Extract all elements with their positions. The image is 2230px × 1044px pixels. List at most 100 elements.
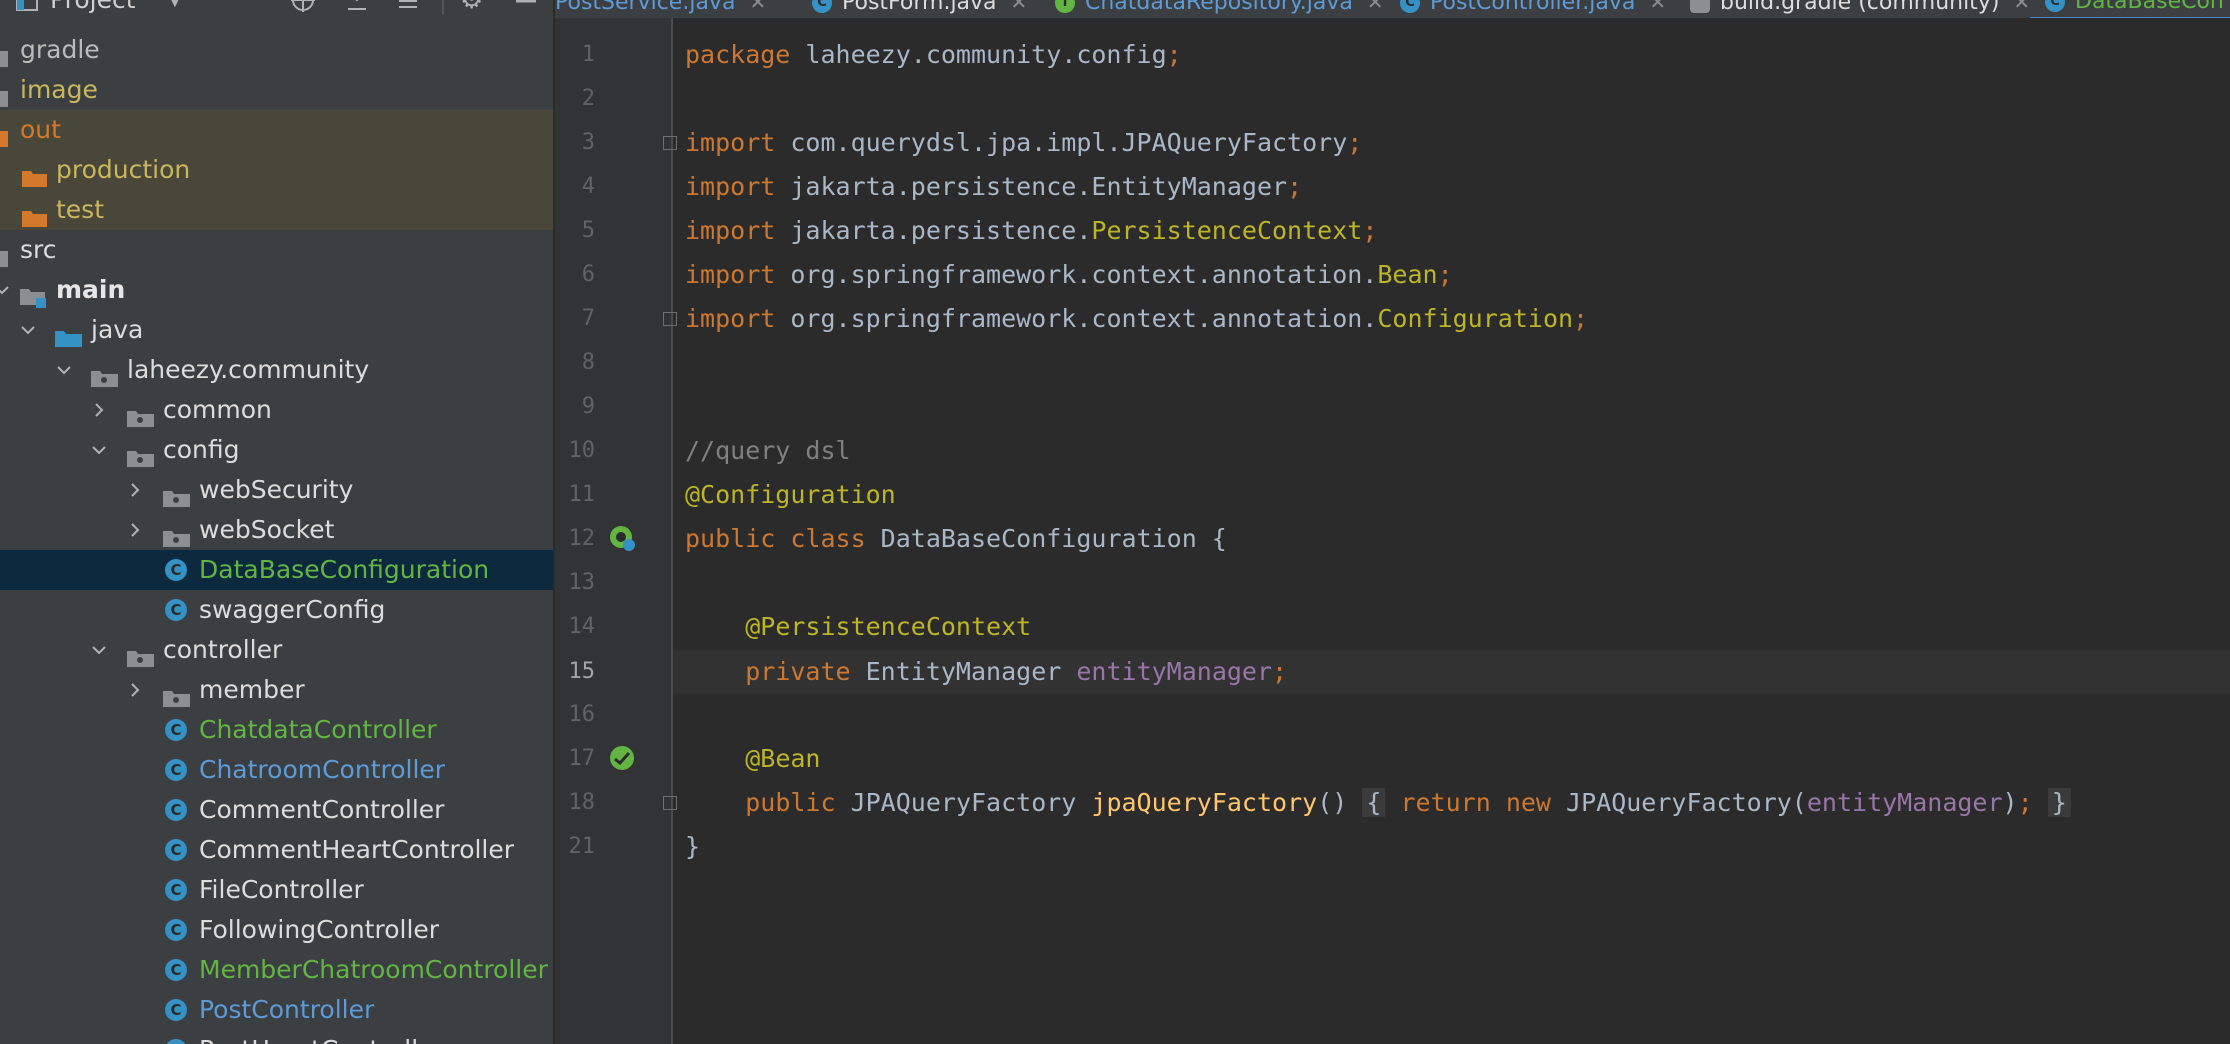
- tree-item-controller[interactable]: controller: [0, 630, 553, 670]
- tree-item-production[interactable]: production: [0, 150, 553, 190]
- code-token: @Bean: [745, 744, 821, 773]
- tree-item-postheartcontroller[interactable]: C PostHeartController: [0, 1030, 553, 1044]
- tree-item-label: swaggerConfig: [199, 595, 386, 624]
- close-icon[interactable]: ✕: [1367, 0, 1384, 14]
- tree-item-databaseconfiguration[interactable]: C DataBaseConfiguration: [0, 550, 553, 590]
- class-icon: C: [165, 799, 187, 821]
- tab-chatdatarepository[interactable]: I ChatdataRepository.java ✕: [1055, 0, 1384, 16]
- tree-item-commentcontroller[interactable]: C CommentController: [0, 790, 553, 830]
- tab-databaseconfiguration[interactable]: C DataBaseCon: [2045, 0, 2224, 16]
- code-token: ;: [1166, 40, 1182, 69]
- close-icon[interactable]: ✕: [1649, 0, 1666, 14]
- editor-tab-bar: PostService.java ✕ C PostForm.java ✕ I Chatd…: [555, 0, 2230, 19]
- collapse-all-icon[interactable]: [396, 0, 420, 14]
- class-icon: C: [165, 999, 187, 1021]
- code-line[interactable]: import org.springframework.context.annot…: [685, 297, 1588, 341]
- package-icon: [127, 640, 154, 667]
- tree-item-filecontroller[interactable]: C FileController: [0, 870, 553, 910]
- tree-item-websecurity[interactable]: webSecurity: [0, 470, 553, 510]
- tree-item-member[interactable]: member: [0, 670, 553, 710]
- chevron-right-icon[interactable]: [127, 522, 143, 538]
- chevron-down-icon[interactable]: ▼: [168, 0, 182, 14]
- tree-item-label: out: [20, 115, 61, 144]
- fold-marker-icon[interactable]: [663, 796, 677, 810]
- tree-item-main[interactable]: main: [0, 270, 553, 310]
- code-token: public class: [685, 524, 866, 553]
- tree-item-chatroomcontroller[interactable]: C ChatroomController: [0, 750, 553, 790]
- tree-item-label: production: [56, 155, 191, 184]
- close-icon[interactable]: ✕: [2013, 0, 2030, 14]
- chevron-down-icon[interactable]: [0, 282, 10, 298]
- hide-panel-icon[interactable]: [514, 0, 538, 14]
- tree-item-websocket[interactable]: webSocket: [0, 510, 553, 550]
- tree-item-java[interactable]: java: [0, 310, 553, 350]
- code-line[interactable]: @PersistenceContext: [685, 605, 1031, 649]
- tree-item-config[interactable]: config: [0, 430, 553, 470]
- tree-item-label: main: [56, 275, 126, 304]
- line-number: 14: [568, 614, 596, 639]
- spring-bean-gutter-icon[interactable]: [608, 524, 636, 552]
- chevron-down-icon[interactable]: [91, 442, 107, 458]
- tree-item-label: CommentController: [199, 795, 445, 824]
- locate-icon[interactable]: [290, 0, 316, 14]
- code-token: PersistenceContext: [1091, 216, 1363, 245]
- code-token: jpaQueryFactory: [1091, 788, 1318, 817]
- class-icon: C: [165, 879, 187, 901]
- code-line[interactable]: import org.springframework.context.annot…: [685, 253, 1453, 297]
- tree-item-memberchatroomcontroller[interactable]: C MemberChatroomController: [0, 950, 553, 990]
- chevron-down-icon[interactable]: [56, 362, 72, 378]
- tree-item-gradle[interactable]: gradle: [0, 30, 553, 70]
- code-line[interactable]: import jakarta.persistence.PersistenceCo…: [685, 209, 1377, 253]
- tab-postservice[interactable]: PostService.java ✕: [555, 0, 766, 16]
- code-line[interactable]: package laheezy.community.config;: [685, 33, 1182, 77]
- close-icon[interactable]: ✕: [749, 0, 766, 14]
- close-icon[interactable]: ✕: [1011, 0, 1028, 14]
- project-view-icon[interactable]: [14, 0, 40, 14]
- spring-bean-gutter-icon[interactable]: [608, 744, 636, 772]
- line-number-current: 15: [568, 659, 596, 684]
- line-number: 12: [568, 526, 596, 551]
- project-panel-title[interactable]: Project: [50, 0, 136, 14]
- tree-item-followingcontroller[interactable]: C FollowingController: [0, 910, 553, 950]
- line-number: 7: [581, 306, 595, 331]
- tree-item-laheezy-community[interactable]: laheezy.community: [0, 350, 553, 390]
- chevron-right-icon[interactable]: [91, 402, 107, 418]
- tree-item-src[interactable]: src: [0, 230, 553, 270]
- code-line[interactable]: private EntityManager entityManager;: [685, 650, 1287, 694]
- fold-marker-icon[interactable]: [663, 136, 677, 150]
- tree-item-swaggerconfig[interactable]: C swaggerConfig: [0, 590, 553, 630]
- project-panel: Project ▼ ⚙ gradle image out production: [0, 0, 553, 1044]
- code-line[interactable]: //query dsl: [685, 429, 851, 473]
- code-line[interactable]: }: [685, 825, 700, 869]
- chevron-right-icon[interactable]: [127, 482, 143, 498]
- code-line[interactable]: @Bean: [685, 737, 820, 781]
- tab-build-gradle[interactable]: build.gradle (community) ✕: [1690, 0, 2030, 16]
- tab-label: PostForm.java: [842, 0, 997, 15]
- tree-item-commentheartcontroller[interactable]: C CommentHeartController: [0, 830, 553, 870]
- code-line[interactable]: import jakarta.persistence.EntityManager…: [685, 165, 1302, 209]
- code-line[interactable]: @Configuration: [685, 473, 896, 517]
- tree-item-image[interactable]: image: [0, 70, 553, 110]
- code-token: ;: [2017, 788, 2033, 817]
- line-number: 4: [581, 174, 595, 199]
- tab-postcontroller[interactable]: C PostController.java ✕: [1400, 0, 1666, 16]
- code-line[interactable]: import com.querydsl.jpa.impl.JPAQueryFac…: [685, 121, 1362, 165]
- chevron-right-icon[interactable]: [127, 682, 143, 698]
- code-token: import: [685, 304, 776, 333]
- tree-item-postcontroller[interactable]: C PostController: [0, 990, 553, 1030]
- line-number: 11: [568, 482, 596, 507]
- expand-all-icon[interactable]: [345, 0, 369, 14]
- tree-item-label: java: [91, 315, 144, 344]
- tree-item-test[interactable]: test: [0, 190, 553, 230]
- gear-icon[interactable]: ⚙: [460, 0, 483, 14]
- tree-item-out[interactable]: out: [0, 110, 553, 150]
- code-line[interactable]: public JPAQueryFactory jpaQueryFactory()…: [685, 781, 2071, 825]
- code-token: ;: [1287, 172, 1303, 201]
- fold-marker-icon[interactable]: [663, 312, 677, 326]
- tab-postform[interactable]: C PostForm.java ✕: [812, 0, 1027, 16]
- code-line[interactable]: public class DataBaseConfiguration {: [685, 517, 1227, 561]
- tree-item-common[interactable]: common: [0, 390, 553, 430]
- chevron-down-icon[interactable]: [91, 642, 107, 658]
- chevron-down-icon[interactable]: [20, 322, 36, 338]
- tree-item-chatdatacontroller[interactable]: C ChatdataController: [0, 710, 553, 750]
